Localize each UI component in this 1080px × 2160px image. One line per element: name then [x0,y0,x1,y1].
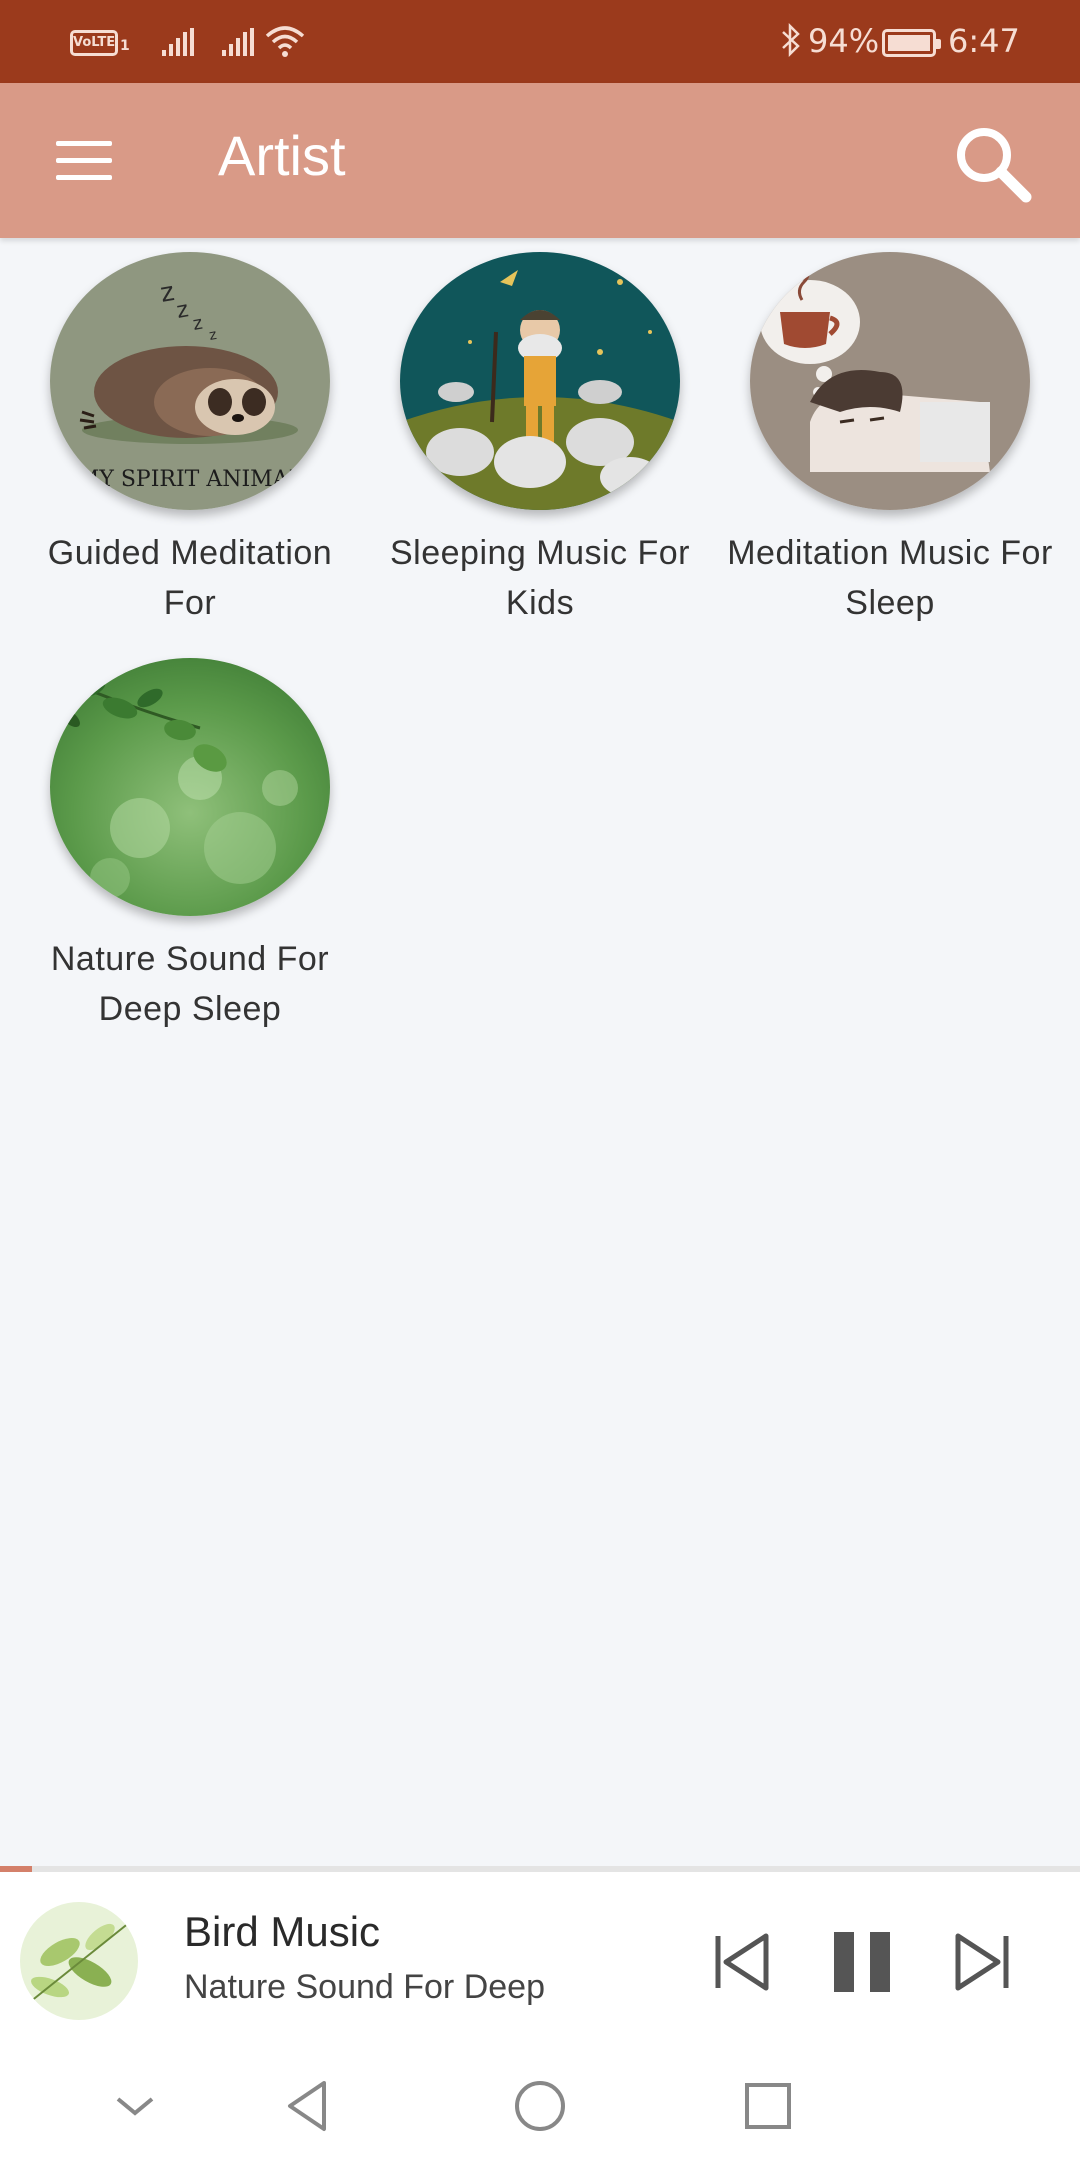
clock: 6:47 [948,22,1020,60]
battery-icon [882,29,941,57]
page-title: Artist [218,124,346,187]
sim-number: 1 [120,38,130,54]
now-playing-title: Bird Music [184,1908,381,1955]
artist-label: Nature Sound For Deep Sleep [50,940,330,1028]
mini-player[interactable]: Bird Music Nature Sound For Deep [0,1872,1080,2047]
recents-icon[interactable] [733,2071,803,2141]
artist-label: Sleeping Music For Kids [389,534,690,622]
now-playing-artwork[interactable] [20,1902,138,2020]
artist-label: Guided Meditation For [47,534,333,622]
next-icon[interactable] [942,1922,1022,2002]
artist-thumbnail[interactable] [50,658,330,916]
now-playing-artist: Nature Sound For Deep [184,1968,545,2006]
pause-icon[interactable] [822,1922,902,2002]
hamburger-menu-icon[interactable] [50,131,116,191]
artist-thumbnail[interactable]: z z z z MY SPIRIT ANIMAL [50,252,330,510]
home-icon[interactable] [505,2071,575,2141]
signal-icon [162,28,194,56]
search-icon[interactable] [950,121,1036,207]
signal-icon [222,28,254,56]
battery-percent: 94% [808,22,880,60]
previous-icon[interactable] [702,1922,782,2002]
artist-thumbnail[interactable] [750,252,1030,510]
volte-icon: VoLTE [70,30,118,56]
artist-thumbnail[interactable] [400,252,680,510]
bluetooth-icon [782,22,800,58]
chevron-down-icon[interactable] [100,2071,170,2141]
image-caption: MY SPIRIT ANIMAL [77,467,304,492]
wifi-icon [265,26,305,57]
artist-label: Meditation Music For Sleep [727,534,1053,622]
status-bar: VoLTE 1 94% 6:47 [0,0,1080,83]
app-bar: Artist [0,83,1080,238]
system-nav-bar [0,2047,1080,2160]
back-icon[interactable] [274,2071,344,2141]
